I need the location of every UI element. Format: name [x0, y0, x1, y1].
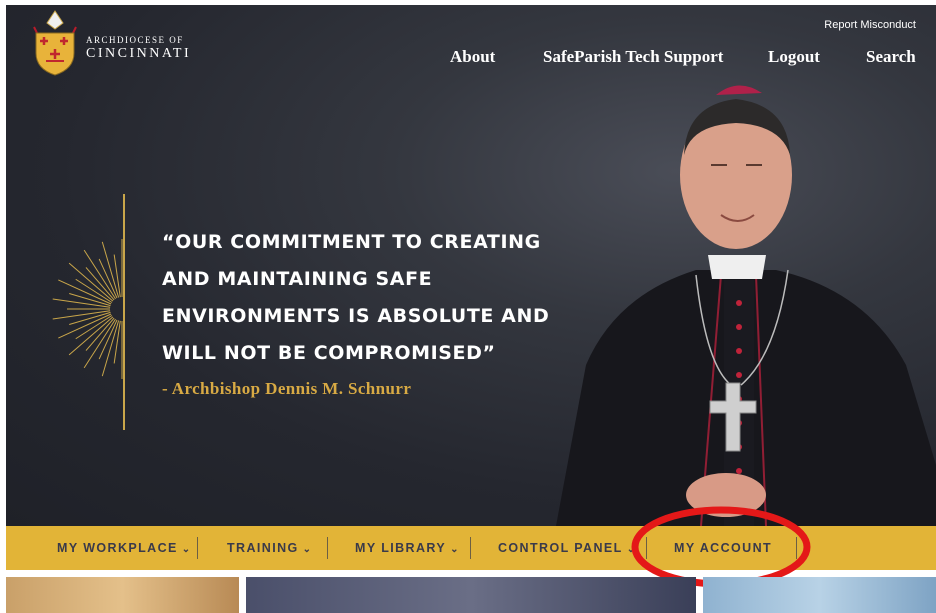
quote-attribution: - Archbishop Dennis M. Schnurr: [162, 379, 412, 398]
nav-about-link[interactable]: About: [450, 47, 495, 67]
report-misconduct-link[interactable]: Report Misconduct: [824, 19, 916, 31]
subnav-label: CONTROL PANEL: [498, 541, 623, 555]
sunburst-ray: [83, 318, 116, 369]
sunburst-ray: [113, 254, 121, 298]
site-logo[interactable]: ARCHDIOCESE OF CINCINNATI: [30, 9, 230, 79]
crest-icon: [33, 10, 77, 76]
subnav-label: MY WORKPLACE: [57, 541, 178, 555]
thumbnail-image[interactable]: [6, 577, 239, 613]
logo-text-main: CINCINNATI: [86, 46, 192, 61]
thumbnail-image[interactable]: [246, 577, 696, 613]
sunburst-ray: [58, 279, 112, 305]
sunburst-ray: [113, 320, 121, 364]
archbishop-portrait: [556, 85, 936, 526]
logo-text-top: ARCHDIOCESE OF: [86, 35, 184, 45]
nav-tech-support-link[interactable]: SafeParish Tech Support: [543, 47, 723, 67]
chevron-down-icon: ⌄: [450, 544, 460, 555]
hero-banner: ARCHDIOCESE OF CINCINNATI Report Miscond…: [6, 5, 936, 526]
sunburst-ray: [69, 311, 111, 325]
subnav-my-workplace[interactable]: MY WORKPLACE ⌄: [57, 526, 192, 570]
sunburst-icon: [52, 239, 123, 379]
nav-search-link[interactable]: Search: [866, 47, 916, 67]
sunburst-ray: [69, 293, 111, 307]
subnav-label: MY LIBRARY: [355, 541, 447, 555]
subnav-my-library[interactable]: MY LIBRARY ⌄: [355, 526, 460, 570]
sunburst-ray: [58, 313, 112, 339]
decorative-divider: [123, 194, 125, 430]
nav-logout-link[interactable]: Logout: [768, 47, 820, 67]
chevron-down-icon: ⌄: [181, 544, 192, 555]
nav-separator: [327, 537, 328, 559]
nav-separator: [470, 537, 471, 559]
chevron-down-icon: ⌄: [302, 544, 313, 555]
subnav-control-panel[interactable]: CONTROL PANEL ⌄: [498, 526, 636, 570]
thumbnail-image[interactable]: [703, 577, 936, 613]
subnav-training[interactable]: TRAINING ⌄: [227, 526, 312, 570]
sunburst-ray: [83, 249, 116, 300]
subnav-label: TRAINING: [227, 541, 299, 555]
nav-separator: [197, 537, 198, 559]
